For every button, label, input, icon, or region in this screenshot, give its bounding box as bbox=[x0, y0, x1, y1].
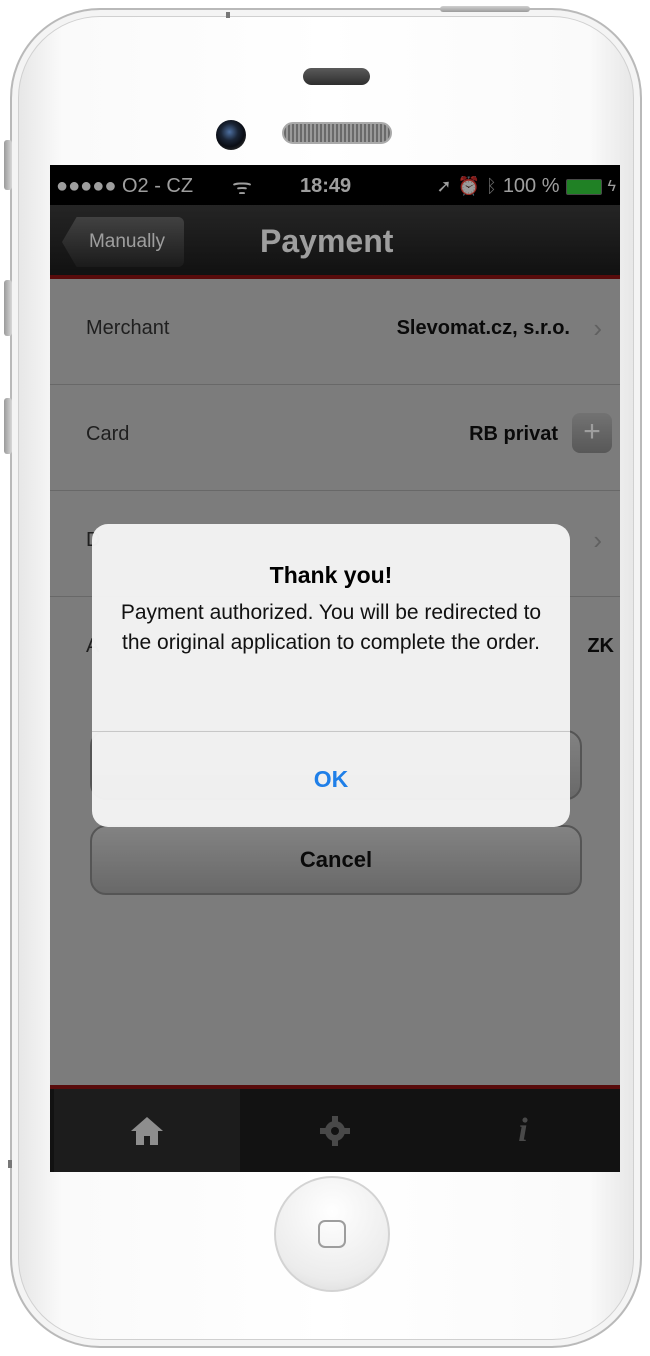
proximity-sensor bbox=[303, 68, 370, 85]
alert-dialog: Thank you! Payment authorized. You will … bbox=[92, 524, 570, 827]
front-camera bbox=[216, 120, 246, 150]
earpiece-speaker bbox=[282, 122, 392, 144]
mute-switch bbox=[4, 140, 12, 190]
ok-button-label: OK bbox=[313, 766, 349, 792]
screen: ●●●●● O2 - CZ ᯤ 18:49 ➚ ⏰ ᛒ 100 % ϟ Manu… bbox=[50, 165, 620, 1172]
home-square-icon bbox=[318, 1220, 346, 1248]
volume-down-button bbox=[4, 398, 12, 454]
alert-title: Thank you! bbox=[269, 562, 393, 588]
ok-button[interactable]: OK bbox=[92, 732, 570, 827]
power-button bbox=[440, 6, 530, 12]
volume-up-button bbox=[4, 280, 12, 336]
alert-message: Payment authorized. You will be redirect… bbox=[120, 601, 542, 654]
side-mark bbox=[8, 1160, 12, 1168]
home-button[interactable] bbox=[274, 1176, 390, 1292]
top-mark bbox=[226, 12, 230, 18]
